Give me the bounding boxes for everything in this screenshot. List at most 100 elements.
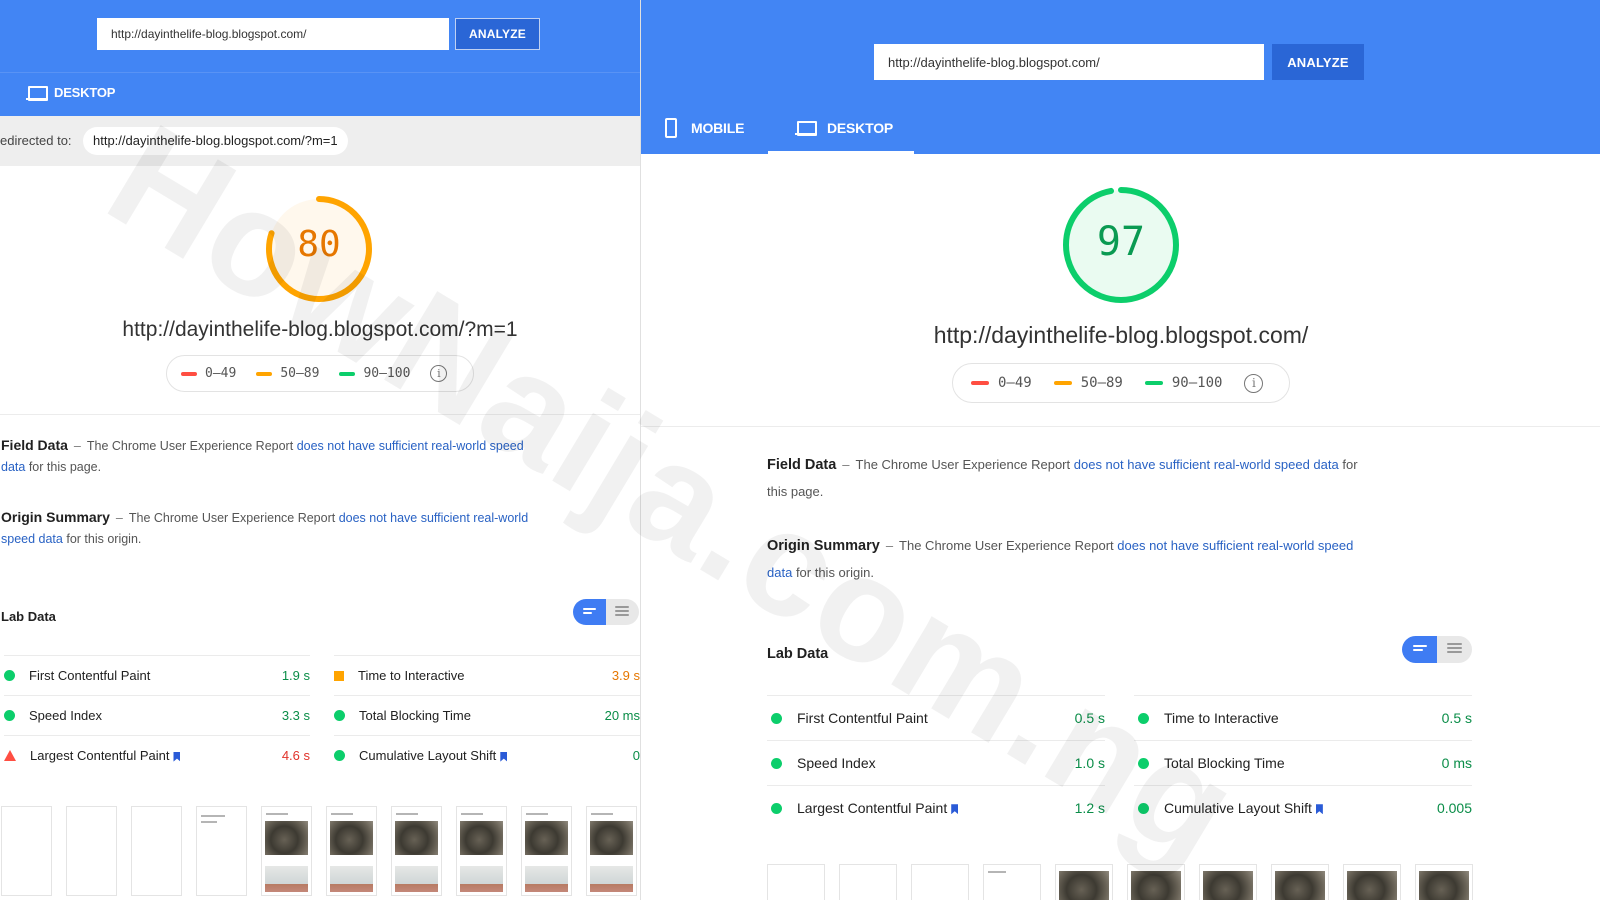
metric-value: 0.5 s — [1074, 710, 1105, 726]
filmstrip-frame — [326, 806, 377, 896]
legend-good-label: 90–100 — [363, 366, 411, 381]
right-field-data: Field Data – The Chrome User Experience Re… — [767, 457, 1358, 499]
right-view-toggle[interactable] — [1402, 636, 1472, 663]
good-dot-icon — [4, 670, 15, 681]
filmstrip-frame — [1, 806, 52, 896]
left-origin-title: Origin Summary — [1, 509, 110, 525]
left-origin-post: for this origin. — [66, 532, 142, 547]
metric-value: 1.0 s — [1074, 755, 1105, 771]
right-report-panel: ANALYZE MOBILE DESKTOP 97 http://dayinth… — [640, 0, 1600, 900]
active-tab-indicator — [768, 151, 914, 154]
legend-poor-label: 0–49 — [205, 366, 237, 381]
redirect-bar: edirected to: http://dayinthelife-blog.b… — [0, 116, 640, 166]
filmstrip-frame — [261, 806, 312, 896]
right-field-link[interactable]: does not have sufficient real-world spee… — [1074, 457, 1339, 472]
right-toggle-list[interactable] — [1437, 636, 1472, 663]
left-field-data: Field Data – The Chrome User Experience Re… — [1, 437, 524, 475]
filmstrip-frame — [767, 864, 825, 900]
metric-value: 3.3 s — [281, 708, 310, 723]
legend-average: 50–89 — [1053, 375, 1123, 391]
left-divider — [0, 414, 640, 415]
right-metric-tti: Time to Interactive 0.5 s — [1134, 695, 1472, 740]
left-field-post: for this page. — [28, 460, 102, 475]
metric-label: First Contentful Paint — [29, 668, 151, 683]
right-field-post-2: this page. — [767, 483, 824, 499]
left-view-toggle[interactable] — [573, 599, 639, 625]
right-header-bar: ANALYZE MOBILE DESKTOP — [641, 0, 1600, 154]
left-toggle-summary[interactable] — [573, 599, 606, 625]
list-view-icon — [1447, 643, 1462, 655]
left-field-title: Field Data — [1, 437, 68, 453]
right-tab-desktop-label: DESKTOP — [827, 120, 894, 136]
right-tab-mobile[interactable]: MOBILE — [665, 118, 744, 138]
metric-label: Largest Contentful Paint — [30, 748, 170, 763]
right-metric-lcp: Largest Contentful Paint 1.2 s — [767, 785, 1105, 830]
filmstrip-frame — [521, 806, 572, 896]
good-dot-icon — [334, 750, 345, 761]
average-square-icon — [334, 670, 344, 681]
left-page-url: http://dayinthelife-blog.blogspot.com/?m… — [122, 318, 518, 341]
right-score-legend: 0–49 50–89 90–100 i — [952, 363, 1290, 403]
metric-value: 3.9 s — [611, 668, 640, 683]
filmstrip-frame — [983, 864, 1041, 900]
left-header-bar: ANALYZE DESKTOP — [0, 0, 640, 116]
left-metric-lcp: Largest Contentful Paint 4.6 s — [4, 735, 310, 775]
right-tab-desktop[interactable]: DESKTOP — [795, 120, 893, 136]
metric-value: 20 ms — [604, 708, 640, 723]
left-score-legend: 0–49 50–89 90–100 i — [166, 355, 474, 392]
left-metric-tbt: Total Blocking Time 20 ms — [334, 695, 640, 735]
metric-label: Total Blocking Time — [359, 708, 471, 723]
right-field-post: for — [1342, 457, 1358, 472]
filmstrip-frame — [1343, 864, 1401, 900]
good-dot-icon — [1138, 757, 1149, 769]
legend-average-label: 50–89 — [1080, 375, 1123, 391]
good-dot-icon — [4, 710, 15, 721]
right-metric-si: Speed Index 1.0 s — [767, 740, 1105, 785]
bookmark-icon — [500, 751, 508, 762]
right-analyze-button[interactable]: ANALYZE — [1272, 44, 1364, 80]
metric-label-wrap: Largest Contentful Paint — [797, 800, 1075, 816]
legend-good: 90–100 — [1144, 375, 1222, 391]
right-metric-tbt: Total Blocking Time 0 ms — [1134, 740, 1472, 785]
summary-view-icon — [583, 608, 596, 616]
laptop-icon — [26, 85, 48, 101]
redirect-url-chip[interactable]: http://dayinthelife-blog.blogspot.com/?m… — [83, 127, 348, 155]
filmstrip-frame — [911, 864, 969, 900]
legend-average: 50–89 — [256, 366, 319, 381]
left-field-pre: The Chrome User Experience Report — [86, 439, 294, 453]
metric-value: 1.9 s — [281, 668, 310, 683]
right-field-pre: The Chrome User Experience Report — [855, 457, 1071, 472]
right-page-url: http://dayinthelife-blog.blogspot.com/ — [933, 322, 1309, 348]
metric-value: 4.6 s — [281, 748, 310, 763]
list-view-icon — [615, 606, 629, 618]
bookmark-icon — [951, 804, 959, 815]
filmstrip-frame — [1199, 864, 1257, 900]
filmstrip-frame — [1415, 864, 1473, 900]
info-icon[interactable]: i — [430, 365, 448, 382]
filmstrip-frame — [586, 806, 637, 896]
left-url-input[interactable] — [97, 18, 449, 50]
filmstrip-frame — [839, 864, 897, 900]
left-origin-summary: Origin Summary – The Chrome User Experienc… — [1, 509, 529, 547]
left-metric-tti: Time to Interactive 3.9 s — [334, 655, 640, 695]
left-tab-desktop[interactable]: DESKTOP — [26, 85, 115, 101]
legend-poor: 0–49 — [181, 366, 236, 381]
left-report-panel: ANALYZE DESKTOP edirected to: http://day… — [0, 0, 640, 900]
metric-value: 0.5 s — [1441, 710, 1472, 726]
info-icon[interactable]: i — [1244, 373, 1264, 393]
right-toggle-summary[interactable] — [1402, 636, 1437, 663]
left-analyze-button[interactable]: ANALYZE — [455, 18, 540, 50]
left-lab-title: Lab Data — [1, 609, 56, 624]
summary-view-icon — [1413, 645, 1427, 653]
right-url-input[interactable] — [874, 44, 1264, 80]
good-dot-icon — [771, 802, 782, 814]
left-toggle-list[interactable] — [606, 599, 639, 625]
metric-label: Total Blocking Time — [1164, 755, 1285, 771]
metric-value: 0 — [632, 748, 640, 763]
legend-poor-swatch — [181, 371, 197, 376]
metric-label: Cumulative Layout Shift — [1164, 800, 1312, 816]
right-origin-title: Origin Summary — [767, 538, 880, 554]
left-metric-si: Speed Index 3.3 s — [4, 695, 310, 735]
metric-value: 1.2 s — [1074, 800, 1105, 816]
filmstrip-frame — [391, 806, 442, 896]
